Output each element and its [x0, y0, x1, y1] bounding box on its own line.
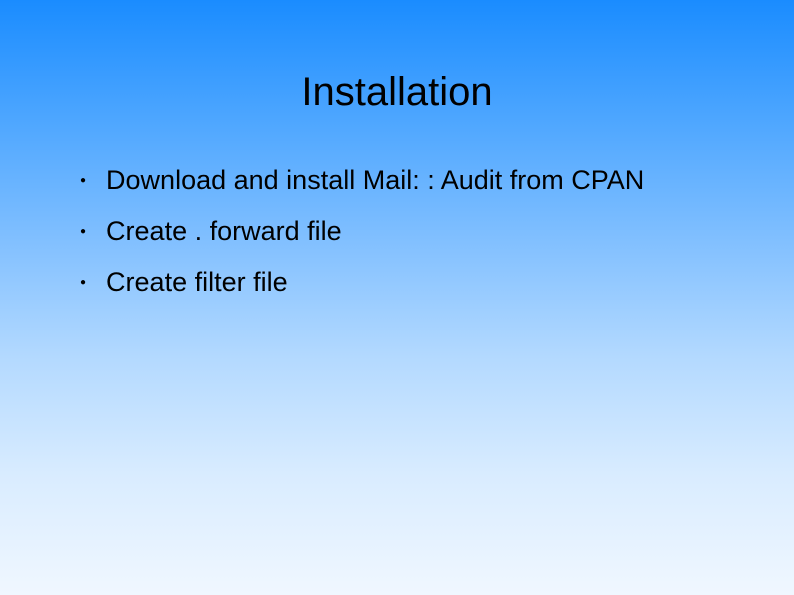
slide-container: Installation ● Download and install Mail… [0, 0, 794, 595]
bullet-icon: ● [80, 175, 86, 186]
slide-title: Installation [50, 70, 744, 115]
bullet-list: ● Download and install Mail: : Audit fro… [50, 165, 744, 298]
bullet-icon: ● [80, 277, 86, 288]
bullet-text: Create . forward file [106, 216, 342, 247]
list-item: ● Download and install Mail: : Audit fro… [80, 165, 744, 196]
list-item: ● Create filter file [80, 267, 744, 298]
bullet-icon: ● [80, 226, 86, 237]
bullet-text: Create filter file [106, 267, 288, 298]
list-item: ● Create . forward file [80, 216, 744, 247]
bullet-text: Download and install Mail: : Audit from … [106, 165, 644, 196]
